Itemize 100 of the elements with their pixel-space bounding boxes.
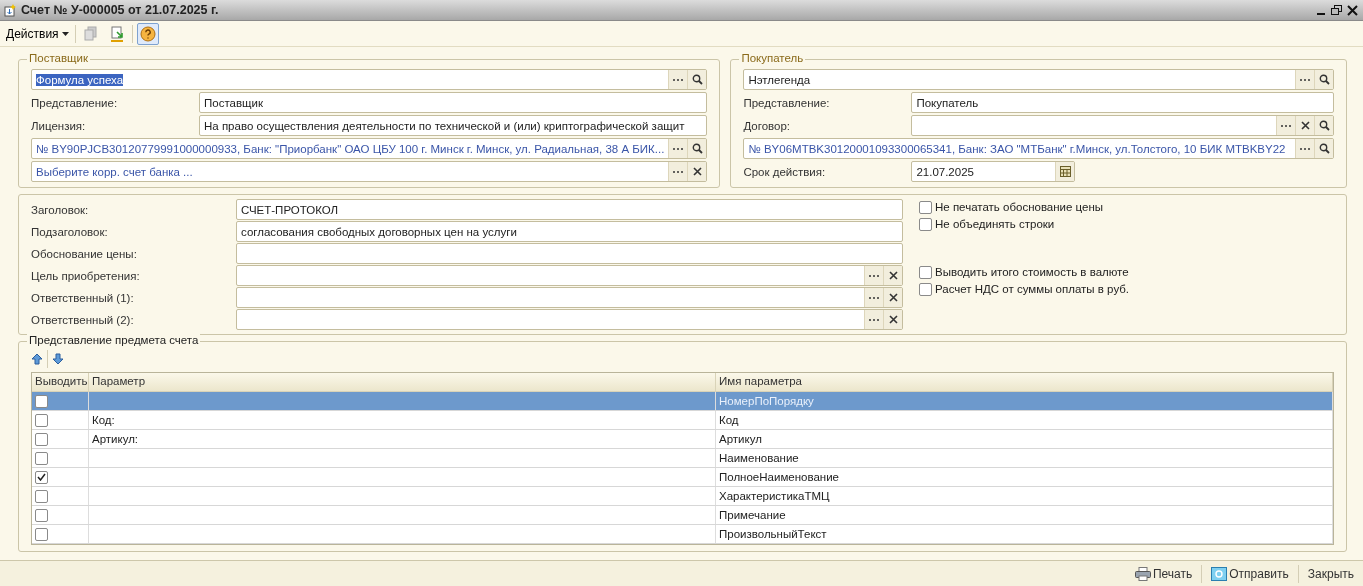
search-icon bbox=[1318, 120, 1330, 131]
field-button[interactable] bbox=[687, 70, 707, 89]
field-label: Цель приобретения: bbox=[31, 269, 141, 282]
text-field[interactable] bbox=[911, 115, 1334, 136]
field-label: Представление: bbox=[31, 96, 119, 109]
field-label: Представление: bbox=[743, 96, 831, 109]
table-row[interactable]: ПолноеНаименование bbox=[32, 468, 1333, 487]
close-icon[interactable] bbox=[1347, 4, 1359, 16]
search-icon bbox=[691, 143, 703, 154]
table-row[interactable]: ПроизвольныйТекст bbox=[32, 525, 1333, 544]
field-button[interactable] bbox=[1276, 116, 1295, 135]
checkbox[interactable]: Не печатать обоснование цены bbox=[919, 200, 1130, 214]
checkbox-box[interactable] bbox=[35, 413, 48, 427]
field-label: Лицензия: bbox=[31, 119, 87, 132]
table-cell: Артикул bbox=[719, 433, 762, 445]
checkbox[interactable]: Расчет НДС от суммы оплаты в руб. bbox=[919, 282, 1130, 296]
text-field[interactable]: Поставщик bbox=[199, 92, 708, 113]
footer-button[interactable]: Отправить bbox=[1208, 564, 1292, 583]
checkbox-box[interactable] bbox=[919, 217, 932, 231]
field-button[interactable] bbox=[864, 266, 883, 285]
field-button[interactable] bbox=[1314, 70, 1333, 89]
more-icon bbox=[672, 77, 685, 82]
checkbox-box[interactable] bbox=[35, 527, 48, 541]
table-row[interactable]: Код: Код bbox=[32, 411, 1333, 430]
more-icon bbox=[1299, 77, 1311, 82]
field-label: Заголовок: bbox=[31, 203, 90, 216]
table-cell: Код bbox=[719, 414, 739, 426]
table-row[interactable]: ХарактеристикаТМЦ bbox=[32, 487, 1333, 506]
text-field[interactable]: согласования свободных договорных цен на услуги bbox=[236, 221, 903, 242]
column-header[interactable]: Имя параметра bbox=[716, 373, 1333, 391]
checkbox-box[interactable] bbox=[919, 265, 932, 279]
field-button[interactable] bbox=[1314, 139, 1333, 158]
field-button[interactable] bbox=[687, 139, 707, 158]
table-cell: Код: bbox=[92, 414, 115, 426]
field-button[interactable] bbox=[864, 310, 883, 329]
checkbox-box[interactable] bbox=[35, 489, 48, 503]
text-field[interactable]: СЧЕТ-ПРОТОКОЛ bbox=[236, 199, 903, 220]
field-button[interactable] bbox=[883, 288, 902, 307]
field-button[interactable] bbox=[687, 162, 707, 181]
field-button[interactable] bbox=[1295, 70, 1314, 89]
text-field[interactable]: Выберите корр. счет банка ... bbox=[31, 161, 708, 182]
field-button[interactable] bbox=[668, 139, 688, 158]
document-arrow-icon bbox=[108, 25, 125, 42]
field-button[interactable] bbox=[668, 162, 688, 181]
text-field[interactable] bbox=[236, 265, 903, 286]
up-arrow-icon[interactable] bbox=[31, 353, 43, 365]
checkbox-box[interactable] bbox=[35, 394, 48, 408]
field-button[interactable] bbox=[883, 266, 902, 285]
checkbox-box[interactable] bbox=[35, 451, 48, 465]
field-label: Подзаголовок: bbox=[31, 225, 109, 238]
text-field[interactable] bbox=[236, 309, 903, 330]
more-icon bbox=[868, 295, 880, 300]
printer-icon bbox=[1134, 566, 1151, 581]
text-field[interactable] bbox=[236, 243, 903, 264]
restore-icon[interactable] bbox=[1331, 4, 1343, 16]
checkbox-box[interactable] bbox=[919, 282, 932, 296]
table-row[interactable]: Артикул: Артикул bbox=[32, 430, 1333, 449]
help-icon bbox=[139, 25, 156, 42]
window-title: Счет № У-000005 от 21.07.2025 г. bbox=[21, 3, 220, 17]
caret-icon bbox=[61, 31, 69, 36]
text-field[interactable]: Покупатель bbox=[911, 92, 1334, 113]
column-header[interactable]: Выводить bbox=[32, 373, 89, 391]
checkbox-box[interactable] bbox=[35, 508, 48, 522]
clear-icon bbox=[692, 167, 702, 176]
actions-menu[interactable]: Действия bbox=[4, 24, 71, 43]
checkbox-box[interactable] bbox=[35, 432, 48, 446]
table-cell: Артикул: bbox=[92, 433, 139, 445]
table-row[interactable]: Наименование bbox=[32, 449, 1333, 468]
field-button[interactable] bbox=[864, 288, 883, 307]
field-button[interactable] bbox=[1055, 162, 1075, 181]
text-field[interactable]: Формула успеха bbox=[31, 69, 708, 90]
checkbox[interactable]: Выводить итого стоимость в валюте bbox=[919, 265, 1130, 279]
down-arrow-icon[interactable] bbox=[52, 353, 64, 365]
table-row[interactable]: Примечание bbox=[32, 506, 1333, 525]
clear-icon bbox=[888, 315, 898, 324]
more-icon bbox=[1299, 146, 1311, 151]
more-icon bbox=[868, 273, 880, 278]
text-field[interactable] bbox=[236, 287, 903, 308]
more-icon bbox=[672, 169, 685, 174]
field-button[interactable] bbox=[668, 70, 688, 89]
checkbox[interactable]: Не объединять строки bbox=[919, 217, 1130, 231]
checkbox-box[interactable] bbox=[35, 470, 48, 484]
help-button[interactable] bbox=[136, 22, 159, 45]
text-field[interactable]: 21.07.2025 bbox=[911, 161, 1076, 182]
field-label: Обоснование цены: bbox=[31, 247, 138, 260]
field-button[interactable] bbox=[1295, 139, 1314, 158]
column-header[interactable]: Параметр bbox=[89, 373, 716, 391]
table-cell: ПроизвольныйТекст bbox=[719, 528, 827, 540]
field-button[interactable] bbox=[1295, 116, 1314, 135]
footer-button[interactable]: Закрыть bbox=[1304, 564, 1357, 583]
clear-icon bbox=[888, 271, 898, 280]
text-field[interactable]: № BY90PJCB30120779991000000933, Банк: "Приорбанк" ОАО ЦБУ 100 г. Минск г. Минск, ул. Радиальная, 38 А БИК... bbox=[31, 138, 708, 159]
group-title: Поставщик bbox=[27, 52, 90, 64]
text-field[interactable]: На право осуществления деятельности по технической и (или) криптографической защит bbox=[199, 115, 708, 136]
checkbox-box[interactable] bbox=[919, 200, 932, 214]
field-button[interactable] bbox=[883, 310, 902, 329]
field-button[interactable] bbox=[1314, 116, 1333, 135]
text-field[interactable]: № BY06MTBK30120001093300065341, Банк: ЗАО "МТБанк" г.Минск, ул.Толстого, 10 БИК MTBKBY22 bbox=[743, 138, 1334, 159]
text-field[interactable]: Нэтлегенда bbox=[743, 69, 1334, 90]
footer-button[interactable]: Печать bbox=[1131, 564, 1196, 583]
